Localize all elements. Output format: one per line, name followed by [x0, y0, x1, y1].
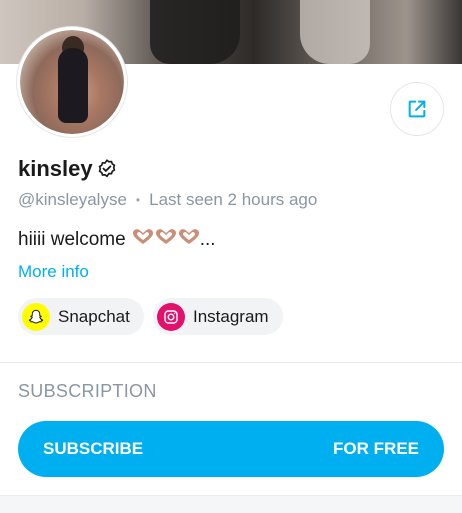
subscribe-label: SUBSCRIBE [43, 439, 144, 458]
last-seen-status: Last seen 2 hours ago [149, 190, 318, 209]
snapchat-icon [22, 302, 50, 331]
bottom-section-divider [0, 495, 462, 513]
heart-hands-icon [132, 228, 154, 252]
share-button[interactable] [390, 82, 444, 136]
profile-bio: hiiii welcome ... [18, 228, 216, 252]
instagram-icon [157, 302, 185, 331]
subscribe-button[interactable]: SUBSCRIBE FOR FREE [18, 421, 444, 477]
subscription-section-title: SUBSCRIPTION [18, 381, 157, 401]
section-divider [0, 362, 462, 363]
cover-shape [300, 0, 370, 64]
share-icon [406, 98, 428, 120]
avatar[interactable] [17, 27, 127, 137]
profile-name: kinsley [18, 156, 93, 181]
heart-hands-icon [178, 228, 200, 252]
profile-name-row: kinsley [18, 156, 118, 182]
instagram-label: Instagram [193, 306, 269, 326]
heart-hands-emojis [132, 228, 200, 252]
bio-ellipsis: ... [199, 229, 216, 250]
bio-text: hiiii welcome [18, 229, 126, 250]
cover-shape [150, 0, 240, 64]
verified-badge-icon [96, 158, 118, 180]
subscribe-price: FOR FREE [333, 439, 419, 458]
more-info-link[interactable]: More info [18, 262, 89, 282]
heart-hands-icon [155, 228, 177, 252]
snapchat-label: Snapchat [58, 306, 130, 326]
snapchat-link[interactable]: Snapchat [18, 298, 144, 335]
profile-subtitle: @kinsleyalyse • Last seen 2 hours ago [18, 190, 317, 210]
avatar-photo [20, 30, 124, 134]
avatar-figure-body [58, 48, 88, 123]
profile-handle: @kinsleyalyse [18, 190, 127, 209]
instagram-link[interactable]: Instagram [153, 298, 283, 335]
separator-dot: • [135, 193, 141, 207]
